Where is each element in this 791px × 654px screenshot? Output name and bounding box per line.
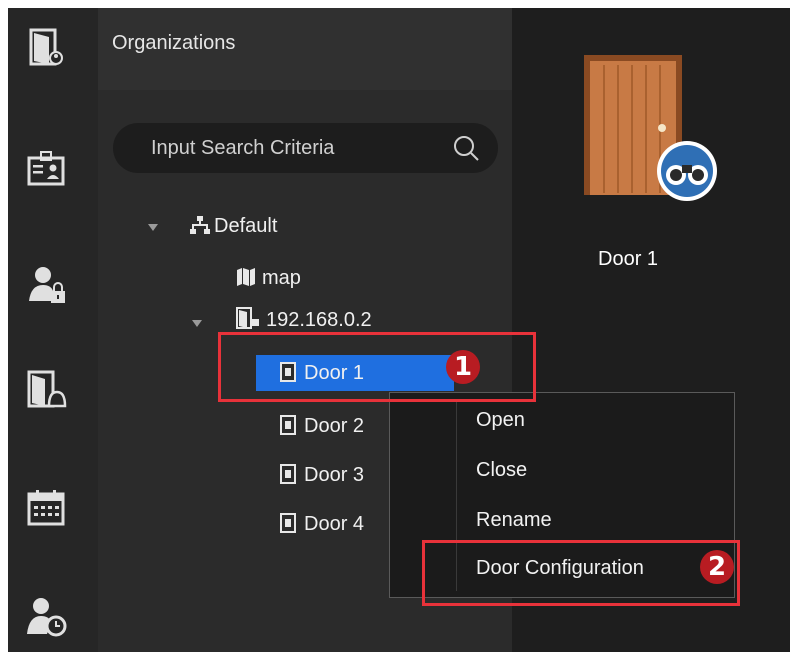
search-input[interactable]: Input Search Criteria	[113, 123, 498, 173]
door-access-icon[interactable]	[25, 26, 69, 70]
expand-caret-icon[interactable]	[148, 224, 158, 231]
tree-node-label: 192.168.0.2	[266, 309, 372, 331]
tree-node-label: Door 3	[304, 464, 365, 486]
menu-item-open[interactable]: Open	[476, 409, 525, 432]
annotation-box-2	[422, 540, 740, 606]
tree-node-label: Default	[214, 215, 278, 237]
calendar-icon[interactable]	[25, 486, 69, 530]
door-icon	[280, 513, 296, 533]
door-preview-label: Door 1	[598, 248, 659, 270]
map-icon	[237, 268, 255, 286]
door-icon	[280, 464, 296, 484]
panel-header: Organizations	[98, 8, 512, 90]
tree-node-door-4[interactable]: Door 4	[280, 506, 364, 542]
door-alarm-icon[interactable]	[25, 368, 69, 412]
panel-title: Organizations	[112, 32, 236, 54]
tree-node-door-3[interactable]: Door 3	[280, 457, 364, 493]
search-icon[interactable]	[452, 134, 480, 162]
tree-node-door-2[interactable]: Door 2	[280, 408, 364, 444]
organization-icon	[190, 216, 210, 234]
user-clock-icon[interactable]	[25, 596, 69, 640]
door-icon	[280, 415, 296, 435]
expand-caret-icon[interactable]	[192, 320, 202, 327]
annotation-box-1	[218, 332, 536, 402]
nav-sidebar	[8, 8, 98, 652]
tree-node-label: map	[262, 267, 301, 289]
menu-item-close[interactable]: Close	[476, 459, 527, 482]
tree-node-label: Door 4	[304, 513, 365, 535]
tree-node-default[interactable]: Default	[190, 208, 277, 244]
id-card-icon[interactable]	[25, 148, 69, 192]
annotation-number-1: 1	[446, 350, 480, 384]
door-preview-icon[interactable]	[582, 53, 720, 203]
annotation-number-2: 2	[700, 550, 734, 584]
tree-node-label: Door 2	[304, 415, 365, 437]
door-device-icon	[236, 307, 259, 329]
user-lock-icon[interactable]	[25, 263, 69, 307]
tree-node-map[interactable]: map	[236, 260, 301, 296]
search-placeholder: Input Search Criteria	[151, 137, 335, 159]
menu-item-rename[interactable]: Rename	[476, 509, 552, 532]
